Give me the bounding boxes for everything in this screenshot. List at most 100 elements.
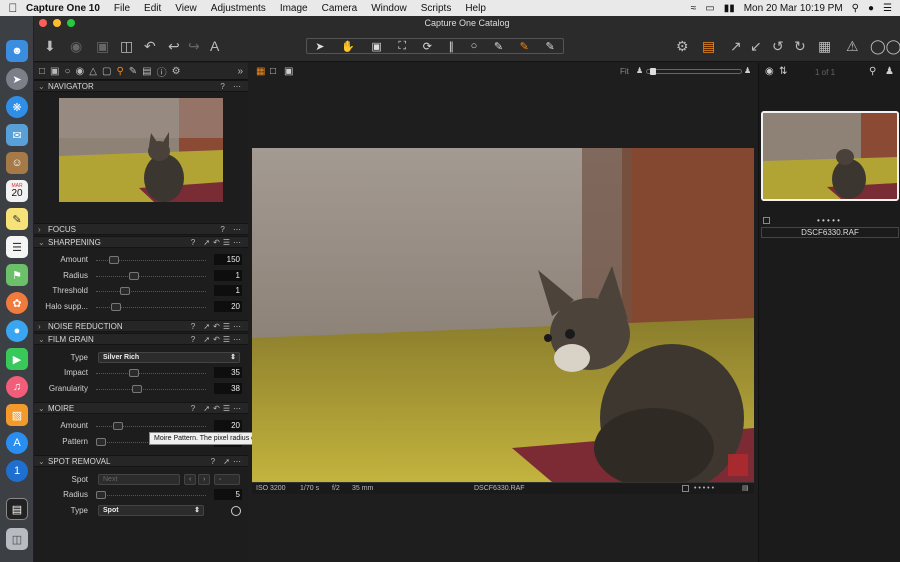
launchpad-icon[interactable]: ➤ [6, 68, 28, 90]
reminders-icon[interactable]: ☰ [6, 236, 28, 258]
messages-icon[interactable]: ● [6, 320, 28, 342]
spot-radius-thumb[interactable] [96, 491, 106, 499]
text-icon[interactable]: A [210, 38, 219, 54]
moire-amount-thumb[interactable] [113, 422, 123, 430]
menu-window[interactable]: Window [371, 3, 407, 14]
proof-icon[interactable]: ◯◯ [870, 38, 900, 55]
sharpening-threshold-value[interactable]: 1 [214, 285, 242, 296]
film-grain-impact-slider[interactable] [96, 373, 206, 374]
photos-icon[interactable]: ✿ [6, 292, 28, 314]
sharpening-radius-slider[interactable] [96, 276, 206, 277]
film-grain-granularity-value[interactable]: 38 [214, 383, 242, 394]
minimize-icon[interactable] [53, 19, 61, 27]
exposure-warning-icon[interactable]: ⚠ [846, 38, 859, 55]
single-view-icon[interactable]: □ [270, 66, 276, 77]
1password-icon[interactable]: 1 [6, 460, 28, 482]
safari-icon[interactable]: ❋ [6, 96, 28, 118]
menu-edit[interactable]: Edit [144, 3, 161, 14]
mail-icon[interactable]: ✉ [6, 124, 28, 146]
zoom-slider[interactable] [646, 69, 742, 74]
settings-icon[interactable]: ⚙ [676, 38, 689, 55]
reset-icon[interactable]: ↶ [144, 38, 156, 55]
film-grain-granularity-thumb[interactable] [132, 385, 142, 393]
tab-adjustments-icon[interactable]: ▤ [142, 66, 151, 77]
siri-icon[interactable]: ● [868, 3, 874, 14]
calendar-icon[interactable]: MAR 20 [6, 180, 28, 202]
tab-library-icon[interactable]: □ [39, 66, 45, 77]
panel-tools-icon[interactable]: ? ⋯ [220, 81, 244, 92]
mask-brush-icon[interactable]: ✎ [494, 40, 503, 53]
browser-thumbnail[interactable] [761, 111, 899, 201]
tab-composition-icon[interactable]: ▢ [102, 66, 111, 77]
spotlight-icon[interactable]: ⚲ [852, 3, 859, 14]
spot-radius-value[interactable]: 5 [214, 489, 242, 500]
spot-type-select[interactable]: Spot ⇕ [98, 505, 204, 516]
itunes-icon[interactable]: ♫ [6, 376, 28, 398]
film-grain-impact-thumb[interactable] [129, 369, 139, 377]
browser-person-icon[interactable]: ♟ [885, 66, 894, 77]
close-icon[interactable] [39, 19, 47, 27]
zoom-icon[interactable] [67, 19, 75, 27]
menu-image[interactable]: Image [280, 3, 308, 14]
ibooks-icon[interactable]: ▧ [6, 404, 28, 426]
airplay-icon[interactable]: ▭ [705, 3, 714, 14]
spot-next-button[interactable]: › [198, 474, 210, 485]
search-icon[interactable]: ⚲ [869, 66, 876, 77]
tabs-more-icon[interactable]: » [237, 66, 243, 77]
multi-view-icon[interactable]: ▦ [256, 66, 265, 77]
film-grain-header[interactable]: ⌄ FILM GRAIN ? ➚↶☰⋯ [34, 333, 248, 345]
sharpening-radius-thumb[interactable] [129, 272, 139, 280]
sharpening-radius-value[interactable]: 1 [214, 270, 242, 281]
panel-tools-icon[interactable]: ? ➚↶☰⋯ [191, 321, 244, 332]
camera-icon[interactable]: ▣ [96, 38, 109, 55]
notes-icon[interactable]: ✎ [6, 208, 28, 230]
maps-icon[interactable]: ⚑ [6, 264, 28, 286]
grid-icon[interactable]: ▦ [818, 38, 831, 55]
navigator-thumbnail[interactable] [59, 98, 223, 202]
capture-icon[interactable]: ◉ [70, 38, 82, 55]
redo-icon[interactable]: ↪ [188, 38, 200, 55]
panel-tools-icon[interactable]: ? ➚↶☰⋯ [191, 334, 244, 345]
sort-icon[interactable]: ⇅ [779, 66, 787, 77]
moire-amount-value[interactable]: 20 [214, 420, 242, 431]
tab-output-icon[interactable]: ⚙ [172, 66, 181, 77]
copy-icon[interactable]: ↗ [730, 38, 742, 55]
moire-pattern-thumb[interactable] [96, 438, 106, 446]
tab-local-adjustments-icon[interactable]: ✎ [129, 66, 137, 77]
sharpening-halo-value[interactable]: 20 [214, 301, 242, 312]
apple-icon[interactable]:  [0, 1, 26, 15]
copy-adjustments-icon[interactable]: ▤ [702, 38, 715, 55]
crop-icon[interactable]: ⛶ [398, 40, 406, 53]
sharpening-threshold-thumb[interactable] [120, 287, 130, 295]
wifi-icon[interactable]: ≈ [691, 3, 697, 14]
undo-icon[interactable]: ↩ [168, 38, 180, 55]
navigator-header[interactable]: ⌄ NAVIGATOR ? ⋯ [34, 80, 248, 92]
browser-select-checkbox[interactable] [763, 217, 770, 224]
contacts-icon[interactable]: ☺ [6, 152, 28, 174]
tab-capture-icon[interactable]: ▣ [50, 66, 59, 77]
facetime-icon[interactable]: ▶ [6, 348, 28, 370]
panel-tools-icon[interactable]: ? ➚↶☰⋯ [191, 403, 244, 414]
trash-icon[interactable]: ◫ [6, 528, 28, 550]
loupe-icon[interactable]: ▣ [371, 40, 381, 53]
tab-exposure-icon[interactable]: △ [89, 66, 97, 77]
clock[interactable]: Mon 20 Mar 10:19 PM [744, 3, 843, 14]
sharpening-amount-value[interactable]: 150 [214, 254, 242, 265]
moire-header[interactable]: ⌄ MOIRE ? ➚↶☰⋯ [34, 402, 248, 414]
delete-icon[interactable]: ◫ [120, 38, 133, 55]
spot-select[interactable]: Next [98, 474, 180, 485]
battery-icon[interactable]: ▮▮ [724, 3, 735, 14]
pan-icon[interactable]: ✋ [341, 40, 355, 53]
menu-app-name[interactable]: Capture One 10 [26, 3, 100, 14]
eye-icon[interactable]: ◉ [765, 66, 774, 77]
sharpening-halo-thumb[interactable] [111, 303, 121, 311]
spot-prev-button[interactable]: ‹ [184, 474, 196, 485]
menu-view[interactable]: View [175, 3, 197, 14]
import-icon[interactable]: ⬇ [44, 38, 56, 55]
draw-mask-icon[interactable]: ✎ [520, 40, 529, 53]
notification-center-icon[interactable]: ☰ [883, 3, 892, 14]
select-cursor-icon[interactable]: ➤ [315, 40, 324, 53]
tab-details-icon[interactable]: ⚲ [116, 66, 123, 77]
app-store-icon[interactable]: A [6, 432, 28, 454]
panel-tools-icon[interactable]: ? ➚⋯ [211, 456, 244, 467]
